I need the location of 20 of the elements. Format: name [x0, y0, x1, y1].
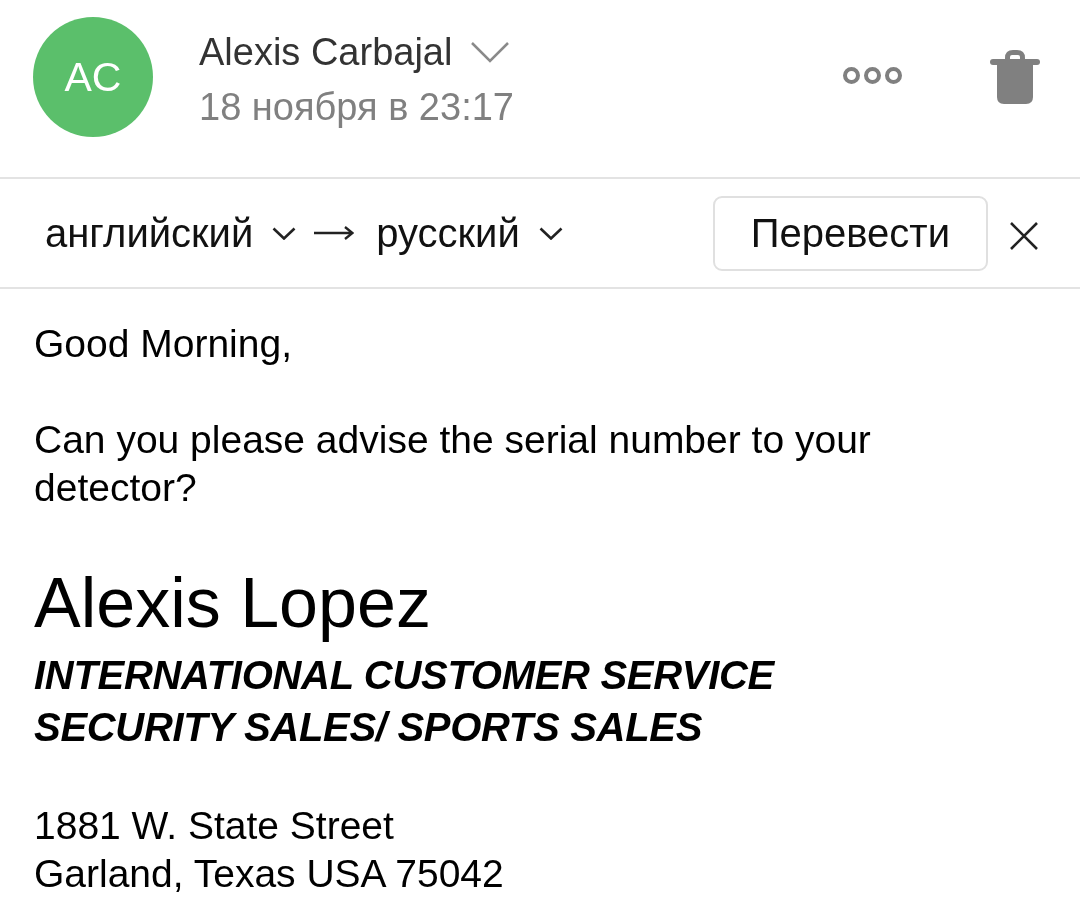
- signature-title: INTERNATIONAL CUSTOMER SERVICE: [34, 652, 774, 699]
- close-icon[interactable]: [1010, 222, 1038, 250]
- sender-avatar: AC: [33, 17, 153, 137]
- sender-name: Alexis Carbajal: [199, 30, 453, 75]
- address-line: Garland, Texas USA 75042: [34, 851, 504, 897]
- chevron-down-icon: [272, 226, 297, 240]
- source-language-dropdown[interactable]: английский: [45, 208, 297, 258]
- more-options-icon[interactable]: [843, 67, 902, 84]
- chevron-down-icon[interactable]: [471, 42, 510, 63]
- chevron-down-icon: [538, 226, 563, 240]
- trash-icon[interactable]: [990, 48, 1040, 104]
- address-line: 1881 W. State Street: [34, 803, 394, 849]
- signature-name: Alexis Lopez: [34, 563, 431, 643]
- arrow-right-icon: [314, 226, 355, 240]
- message-date: 18 ноября в 23:17: [199, 85, 515, 130]
- message-paragraph: Good Morning,: [34, 321, 293, 367]
- target-language-dropdown[interactable]: русский: [376, 208, 563, 258]
- translate-button[interactable]: Перевести: [712, 195, 988, 271]
- signature-title: SECURITY SALES/ SPORTS SALES: [34, 704, 703, 751]
- message-paragraph: Can you please advise the serial number to your detector?: [34, 417, 872, 511]
